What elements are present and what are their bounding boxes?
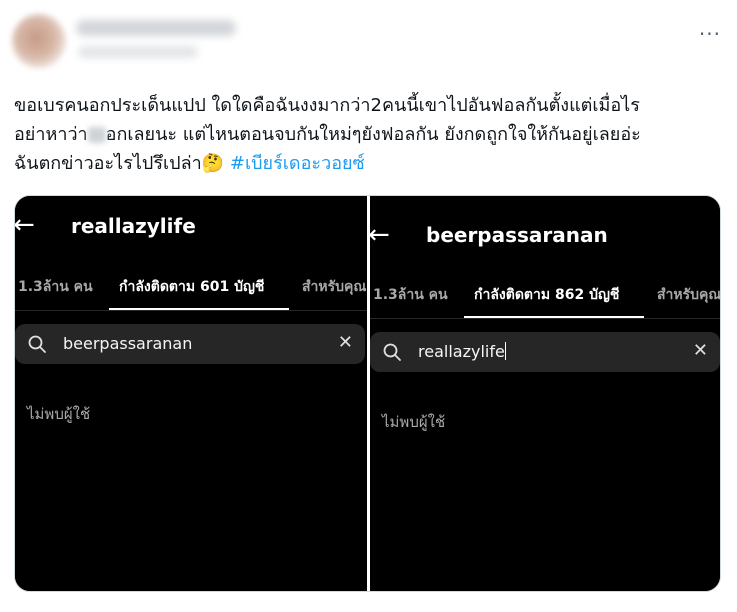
tab-followers: 1.3ล้าน คน: [373, 287, 448, 303]
tweet: ··· ขอเบรคนอกประเด็นแปป ใดใดคือฉันงงมากว…: [0, 0, 737, 612]
search-icon: [383, 343, 401, 361]
search-field: beerpassaranan ✕: [15, 324, 365, 364]
tab-following: กำลังติดตาม 862 บัญชี: [474, 287, 620, 303]
tab-following: กำลังติดตาม 601 บัญชี: [119, 279, 265, 295]
avatar[interactable]: [12, 14, 66, 68]
back-arrow-icon: ←: [15, 210, 35, 240]
screenshot-right: ← beerpassaranan 1.3ล้าน คน กำลังติดตาม …: [370, 196, 721, 591]
attached-image[interactable]: ← reallazylife 1.3ล้าน คน กำลังติดตาม 60…: [14, 195, 721, 592]
clear-icon: ✕: [337, 332, 353, 353]
text-cursor: [504, 342, 506, 360]
search-icon: [28, 335, 46, 353]
censored-word: [87, 127, 106, 143]
blurred-handle: [78, 46, 198, 58]
screenshot-left: ← reallazylife 1.3ล้าน คน กำลังติดตาม 60…: [15, 196, 367, 591]
more-options-icon[interactable]: ···: [699, 22, 721, 46]
tab-followers: 1.3ล้าน คน: [18, 279, 93, 295]
no-users-message: ไม่พบผู้ใช้: [27, 405, 91, 423]
blurred-display-name[interactable]: [76, 20, 236, 36]
search-field: reallazylife ✕: [370, 332, 720, 372]
search-value: reallazylife: [418, 342, 506, 361]
tweet-text: ขอเบรคนอกประเด็นแปป ใดใดคือฉันงงมากว่า2ค…: [14, 91, 726, 178]
tweet-line-3: ฉันตกข่าวอะไรไปรึเปล่า🤔 #เบียร์เดอะวอยซ์: [14, 153, 365, 174]
tweet-line-1: ขอเบรคนอกประเด็นแปป ใดใดคือฉันงงมากว่า2ค…: [14, 95, 640, 116]
tweet-line-2: อย่าหาว่า อกเลยนะ แต่ไหนตอนจบกันใหม่ๆยังฟ…: [14, 124, 641, 145]
profile-username: reallazylife: [71, 214, 196, 238]
clear-icon: ✕: [692, 340, 708, 361]
search-value: beerpassaranan: [63, 334, 193, 353]
profile-username: beerpassaranan: [426, 223, 608, 247]
no-users-message: ไม่พบผู้ใช้: [382, 413, 446, 431]
follow-tabs: 1.3ล้าน คน กำลังติดตาม 862 บัญชี สำหรับค…: [370, 278, 721, 318]
hashtag-link[interactable]: #เบียร์เดอะวอยซ์: [230, 153, 365, 174]
back-arrow-icon: ←: [370, 220, 390, 250]
tab-for-you: สำหรับคุณ: [657, 287, 721, 303]
thinking-face-emoji: 🤔: [201, 153, 225, 174]
tab-for-you: สำหรับคุณ: [302, 279, 367, 295]
follow-tabs: 1.3ล้าน คน กำลังติดตาม 601 บัญชี สำหรับค…: [15, 270, 367, 310]
